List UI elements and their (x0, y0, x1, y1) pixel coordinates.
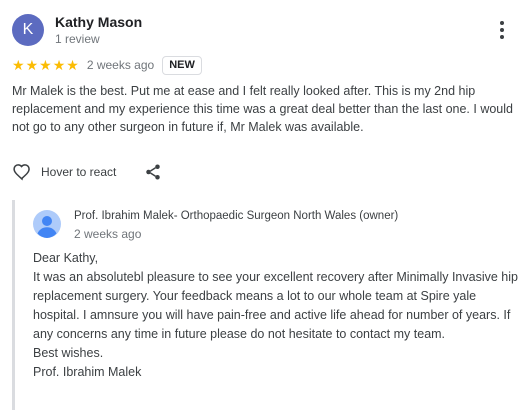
owner-name: Prof. Ibrahim Malek- Orthopaedic Surgeon… (74, 210, 399, 222)
rating-row: ★ ★ ★ ★ ★ 2 weeks ago NEW (12, 55, 202, 75)
reviewer-review-count: 1 review (55, 32, 100, 46)
reviewer-name[interactable]: Kathy Mason (55, 14, 142, 30)
react-label: Hover to react (41, 165, 117, 179)
reply-greeting: Dear Kathy, (33, 251, 99, 265)
review-date: 2 weeks ago (86, 58, 155, 72)
share-button[interactable] (142, 161, 164, 183)
reply-body: It was an absolutebl pleasure to see you… (33, 270, 518, 341)
more-vert-icon[interactable] (490, 18, 514, 42)
star-icon: ★ (39, 57, 52, 73)
owner-reply-text: Dear Kathy, It was an absolutebl pleasur… (33, 249, 521, 382)
star-icon: ★ (66, 57, 79, 73)
react-button[interactable]: Hover to react (12, 162, 116, 182)
star-icon: ★ (12, 57, 25, 73)
star-icon: ★ (52, 57, 66, 73)
share-icon (146, 164, 161, 180)
review-actions: Hover to react (12, 160, 164, 184)
review-card: K Kathy Mason 1 review ★ ★ ★ ★ ★ 2 weeks… (0, 0, 530, 419)
heart-outline-icon (13, 164, 30, 181)
owner-reply: Prof. Ibrahim Malek- Orthopaedic Surgeon… (12, 200, 518, 410)
reply-signoff: Best wishes. (33, 346, 104, 360)
reviewer-avatar[interactable]: K (12, 14, 44, 46)
new-badge: NEW (162, 55, 202, 75)
review-text: Mr Malek is the best. Put me at ease and… (12, 84, 513, 134)
star-rating: ★ ★ ★ ★ ★ (12, 58, 79, 72)
person-avatar-icon (33, 210, 61, 238)
owner-reply-date: 2 weeks ago (74, 227, 142, 241)
reply-signature: Prof. Ibrahim Malek (33, 365, 142, 379)
star-icon: ★ (25, 57, 39, 73)
